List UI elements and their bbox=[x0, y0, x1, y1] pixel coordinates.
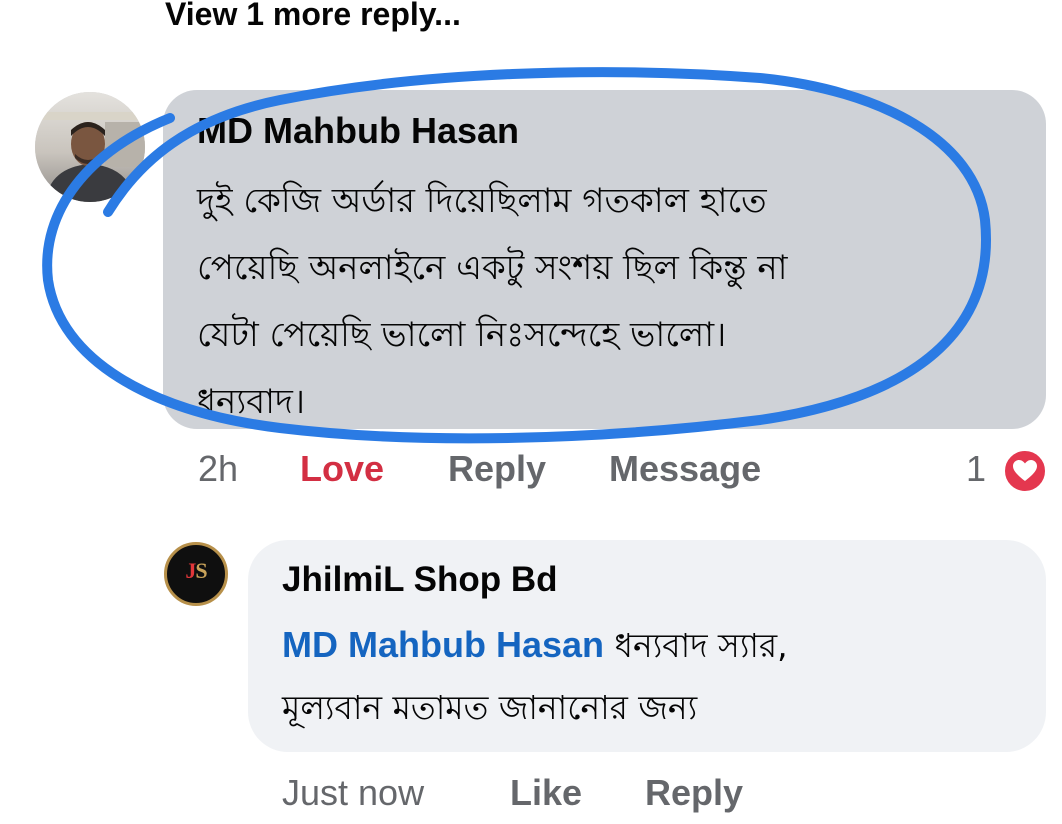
view-more-replies-link[interactable]: View 1 more reply... bbox=[165, 0, 461, 33]
reply-text-line: মূল্যবান মতামত জানানোর জন্য bbox=[282, 688, 698, 727]
comment-timestamp[interactable]: 2h bbox=[198, 448, 238, 490]
reply-text-fragment: ধন্যবাদ স্যার, bbox=[604, 626, 788, 665]
reply-button[interactable]: Reply bbox=[645, 772, 743, 814]
reply-author-name[interactable]: JhilmiL Shop Bd bbox=[282, 560, 557, 600]
tagged-user-link[interactable]: MD Mahbub Hasan bbox=[282, 624, 604, 665]
reply-text-line: MD Mahbub Hasan ধন্যবাদ স্যার, bbox=[282, 614, 1022, 677]
logo-letter-j: J bbox=[185, 558, 196, 583]
shop-logo: JS bbox=[167, 558, 225, 584]
profile-photo bbox=[35, 92, 145, 202]
heart-icon[interactable] bbox=[1002, 448, 1048, 494]
heart-glyph bbox=[1013, 460, 1037, 481]
reaction-count[interactable]: 1 bbox=[966, 448, 986, 490]
shop-avatar[interactable]: JS bbox=[164, 542, 228, 606]
comment-text-line: যেটা পেয়েছি ভালো নিঃসন্দেহে ভালো। bbox=[197, 315, 727, 355]
love-button[interactable]: Love bbox=[300, 448, 384, 490]
commenter-avatar[interactable] bbox=[35, 92, 145, 202]
reply-button[interactable]: Reply bbox=[448, 448, 546, 490]
comment-text: দুই কেজি অর্ডার দিয়েছিলাম গতকাল হাতে পে… bbox=[197, 168, 1027, 436]
message-button[interactable]: Message bbox=[609, 448, 761, 490]
comment-actions: 2h Love Reply Message 1 bbox=[0, 448, 1062, 494]
reply-text: MD Mahbub Hasan ধন্যবাদ স্যার, মূল্যবান … bbox=[282, 614, 1022, 739]
reply-actions: Just now Like Reply bbox=[0, 772, 1062, 818]
like-button[interactable]: Like bbox=[510, 772, 582, 814]
reply-timestamp[interactable]: Just now bbox=[282, 772, 424, 814]
comment-author-name[interactable]: MD Mahbub Hasan bbox=[197, 110, 519, 152]
logo-letter-s: S bbox=[195, 558, 207, 583]
comment-text-line: পেয়েছি অনলাইনে একটু সংশয় ছিল কিন্তু না bbox=[197, 248, 788, 288]
comment-text-line: দুই কেজি অর্ডার দিয়েছিলাম গতকাল হাতে bbox=[197, 181, 767, 221]
comment-text-line: ধন্যবাদ। bbox=[197, 382, 306, 422]
